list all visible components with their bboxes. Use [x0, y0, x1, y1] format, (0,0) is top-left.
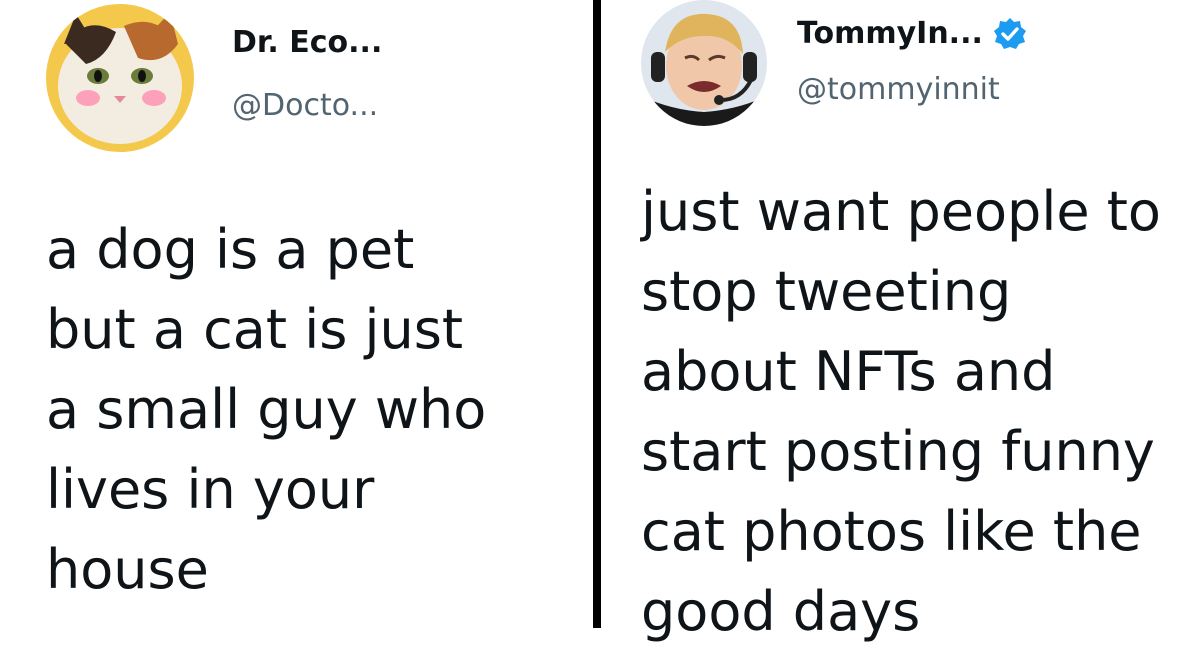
tweet-card-left: Dr. Eco... @Docto... a dog is a pet but … — [0, 0, 593, 628]
display-name[interactable]: TommyIn... — [797, 16, 983, 51]
tweet-card-right: TommyIn... @tommyinnit just want people … — [601, 0, 1200, 643]
person-avatar-image — [641, 0, 767, 126]
verified-badge-icon — [993, 17, 1027, 51]
cat-avatar-image — [46, 4, 194, 152]
display-name-row[interactable]: Dr. Eco... — [232, 25, 382, 60]
tweet-text: just want people to stop tweeting about … — [641, 180, 1161, 643]
user-handle[interactable]: @tommyinnit — [797, 72, 1000, 107]
avatar-cat[interactable] — [46, 4, 194, 152]
divider — [593, 0, 601, 628]
user-handle[interactable]: @Docto... — [232, 88, 378, 123]
tweet-text: a dog is a pet but a cat is just a small… — [46, 218, 487, 601]
display-name[interactable]: Dr. Eco... — [232, 25, 382, 60]
avatar-person[interactable] — [641, 0, 767, 126]
display-name-row[interactable]: TommyIn... — [797, 16, 1027, 51]
